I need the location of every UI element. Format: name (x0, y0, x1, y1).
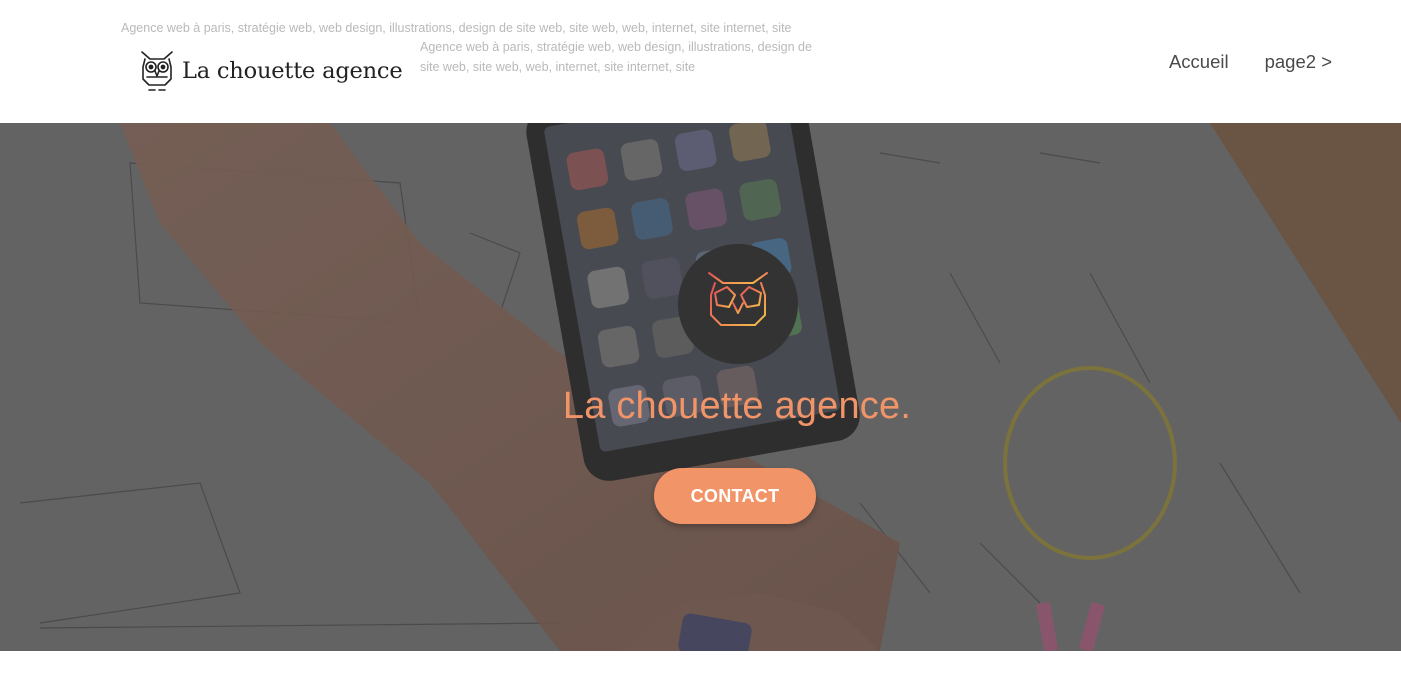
brand-home-link[interactable]: La chouette agence (139, 49, 403, 93)
owl-icon (708, 272, 768, 336)
owl-icon (141, 51, 173, 91)
nav-link-accueil[interactable]: Accueil (1169, 51, 1229, 73)
below-hero-space (0, 651, 1401, 694)
nav-link-page2[interactable]: page2 > (1265, 51, 1332, 73)
hero-logo-badge (678, 244, 798, 364)
seo-keywords-text-secondary: Agence web à paris, stratégie web, web d… (420, 40, 812, 74)
main-nav: Accueil page2 > (1169, 51, 1332, 73)
seo-keywords-text: Agence web à paris, stratégie web, web d… (121, 21, 792, 35)
hero-section: La chouette agence. CONTACT (0, 123, 1401, 651)
brand-name: La chouette agence (182, 58, 403, 84)
contact-button[interactable]: CONTACT (654, 468, 816, 524)
hero-title: La chouette agence. (562, 385, 912, 427)
page: Agence web à paris, stratégie web, web d… (0, 0, 1401, 694)
site-header: Agence web à paris, stratégie web, web d… (0, 0, 1401, 123)
